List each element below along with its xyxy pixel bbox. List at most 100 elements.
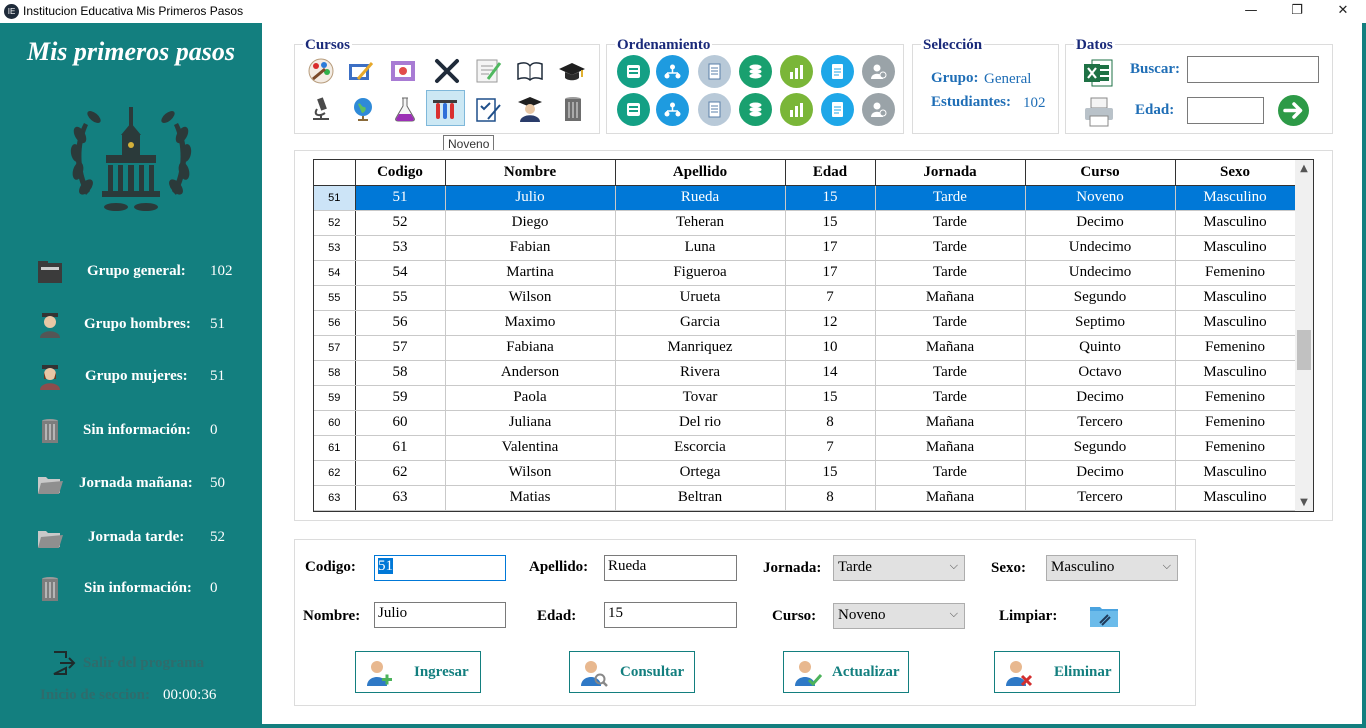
table-cell[interactable]: Masculino — [1175, 185, 1296, 211]
table-cell[interactable]: 56 — [355, 310, 446, 336]
row-header[interactable]: 54 — [314, 260, 356, 286]
table-cell[interactable]: 15 — [785, 185, 876, 211]
table-row[interactable]: 57 57 Fabiana Manriquez 10 Mañana Quinto Femeni… — [314, 335, 1296, 361]
row-header[interactable]: 60 — [314, 410, 356, 436]
table-cell[interactable]: Segundo — [1025, 285, 1176, 311]
course-1-palette-icon[interactable] — [307, 57, 335, 85]
course-10-flask-icon[interactable] — [391, 95, 419, 123]
sexo-select[interactable]: Masculino ⌵ — [1046, 555, 1178, 581]
table-cell[interactable]: Diego — [445, 210, 616, 236]
row-header[interactable]: 55 — [314, 285, 356, 311]
table-cell[interactable]: 62 — [355, 460, 446, 486]
table-cell[interactable]: 12 — [785, 310, 876, 336]
sort-by-sexo-icon-asc[interactable] — [862, 55, 895, 88]
course-14-bin-icon[interactable] — [559, 95, 587, 123]
nombre-input[interactable]: Julio — [374, 602, 506, 628]
students-grid[interactable]: Codigo Nombre Apellido Edad Jornada Curs… — [313, 159, 1314, 512]
table-cell[interactable]: 51 — [355, 185, 446, 211]
table-cell[interactable]: 60 — [355, 410, 446, 436]
table-cell[interactable]: 15 — [785, 460, 876, 486]
table-cell[interactable]: Escorcia — [615, 435, 786, 461]
sort-by-codigo-icon-desc[interactable] — [617, 93, 650, 126]
course-8-microscope-icon[interactable] — [307, 95, 335, 123]
sort-by-edad-icon-asc[interactable] — [739, 55, 772, 88]
sort-by-codigo-icon-asc[interactable] — [617, 55, 650, 88]
table-cell[interactable]: Mañana — [875, 335, 1026, 361]
sort-by-curso-icon-asc[interactable] — [821, 55, 854, 88]
table-row[interactable]: 61 61 Valentina Escorcia 7 Mañana Segundo Femen… — [314, 435, 1296, 461]
table-cell[interactable]: Decimo — [1025, 210, 1176, 236]
row-header[interactable]: 56 — [314, 310, 356, 336]
table-cell[interactable]: Masculino — [1175, 485, 1296, 511]
table-cell[interactable]: Tarde — [875, 460, 1026, 486]
maximize-button[interactable]: ❐ — [1274, 0, 1320, 23]
column-header[interactable]: Edad — [785, 160, 876, 186]
table-cell[interactable]: 52 — [355, 210, 446, 236]
table-cell[interactable]: Femenino — [1175, 385, 1296, 411]
table-cell[interactable]: Figueroa — [615, 260, 786, 286]
table-cell[interactable]: Tercero — [1025, 485, 1176, 511]
course-2-writing-icon[interactable] — [346, 57, 374, 85]
column-header[interactable]: Codigo — [355, 160, 446, 186]
table-row[interactable]: 60 60 Juliana Del rio 8 Mañana Tercero Femenino — [314, 410, 1296, 436]
table-cell[interactable]: Masculino — [1175, 210, 1296, 236]
table-cell[interactable]: Fabiana — [445, 335, 616, 361]
table-cell[interactable]: 8 — [785, 485, 876, 511]
row-header[interactable]: 52 — [314, 210, 356, 236]
clear-broom-folder-icon[interactable] — [1088, 601, 1120, 629]
edad-search-input[interactable] — [1187, 97, 1264, 124]
table-cell[interactable]: Tarde — [875, 235, 1026, 261]
row-header[interactable]: 51 — [314, 185, 356, 211]
table-cell[interactable]: Tarde — [875, 210, 1026, 236]
course-9-globe-icon[interactable] — [349, 95, 377, 123]
codigo-input[interactable]: 51 — [374, 555, 506, 581]
row-header[interactable]: 59 — [314, 385, 356, 411]
table-cell[interactable]: Masculino — [1175, 360, 1296, 386]
search-go-arrow-icon[interactable] — [1277, 94, 1310, 127]
table-cell[interactable]: Juliana — [445, 410, 616, 436]
table-cell[interactable]: 10 — [785, 335, 876, 361]
close-button[interactable]: ✕ — [1320, 0, 1366, 23]
table-row[interactable]: 63 63 Matias Beltran 8 Mañana Tercero Masculino — [314, 485, 1296, 511]
scroll-up-arrow-icon[interactable]: ▲ — [1295, 160, 1313, 177]
sort-by-jornada-icon-desc[interactable] — [780, 93, 813, 126]
column-header[interactable]: Sexo — [1175, 160, 1296, 186]
table-cell[interactable]: 8 — [785, 410, 876, 436]
table-cell[interactable]: Quinto — [1025, 335, 1176, 361]
jornada-select[interactable]: Tarde ⌵ — [833, 555, 965, 581]
table-cell[interactable]: Mañana — [875, 435, 1026, 461]
table-cell[interactable]: 7 — [785, 285, 876, 311]
table-cell[interactable]: Mañana — [875, 485, 1026, 511]
eliminar-button[interactable]: Eliminar — [994, 651, 1120, 693]
table-cell[interactable]: Wilson — [445, 285, 616, 311]
ingresar-button[interactable]: Ingresar — [355, 651, 481, 693]
table-row[interactable]: 56 56 Maximo Garcia 12 Tarde Septimo Masculino — [314, 310, 1296, 336]
edad-input[interactable]: 15 — [604, 602, 737, 628]
curso-select[interactable]: Noveno ⌵ — [833, 603, 965, 629]
course-11-test-tubes-icon[interactable] — [431, 94, 459, 122]
table-cell[interactable]: Julio — [445, 185, 616, 211]
course-13-graduate-icon[interactable] — [516, 95, 544, 123]
table-cell[interactable]: Masculino — [1175, 235, 1296, 261]
row-header[interactable]: 58 — [314, 360, 356, 386]
column-header[interactable]: Jornada — [875, 160, 1026, 186]
row-header[interactable]: 63 — [314, 485, 356, 511]
table-row[interactable]: 53 53 Fabian Luna 17 Tarde Undecimo Masculino — [314, 235, 1296, 261]
course-6-book-icon[interactable] — [516, 57, 544, 85]
table-cell[interactable]: Masculino — [1175, 285, 1296, 311]
table-cell[interactable]: Del rio — [615, 410, 786, 436]
scroll-thumb[interactable] — [1297, 330, 1311, 370]
table-cell[interactable]: Segundo — [1025, 435, 1176, 461]
sort-by-apellido-icon-asc[interactable] — [698, 55, 731, 88]
table-cell[interactable]: 61 — [355, 435, 446, 461]
table-cell[interactable]: Rivera — [615, 360, 786, 386]
sort-by-jornada-icon-asc[interactable] — [780, 55, 813, 88]
table-cell[interactable]: 58 — [355, 360, 446, 386]
table-row[interactable]: 55 55 Wilson Urueta 7 Mañana Segundo Masculino — [314, 285, 1296, 311]
table-cell[interactable]: Masculino — [1175, 310, 1296, 336]
table-cell[interactable]: Undecimo — [1025, 235, 1176, 261]
row-header[interactable]: 61 — [314, 435, 356, 461]
table-row[interactable]: 51 51 Julio Rueda 15 Tarde Noveno Masculino — [314, 185, 1296, 211]
table-cell[interactable]: Urueta — [615, 285, 786, 311]
sort-by-nombre-icon-desc[interactable] — [656, 93, 689, 126]
